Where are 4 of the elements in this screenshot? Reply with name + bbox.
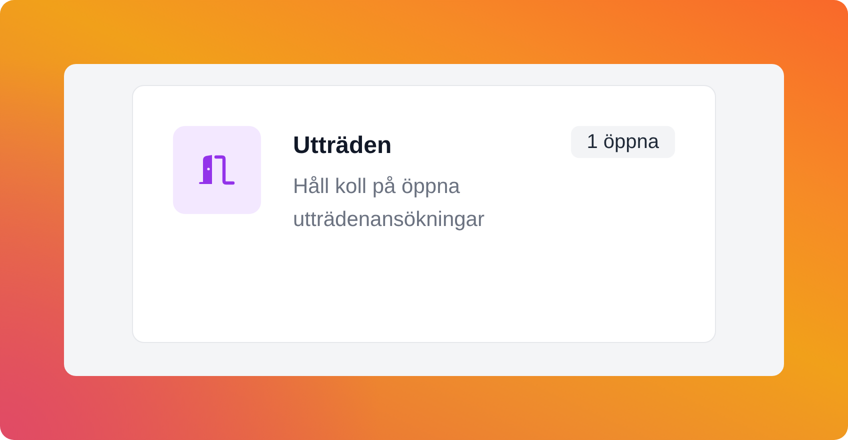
card-title: Utträden [293, 131, 392, 161]
door-icon [198, 154, 236, 186]
count-badge: 1 öppna [570, 126, 675, 158]
card-description: Håll koll på öppna utträdenansökningar [293, 174, 486, 233]
